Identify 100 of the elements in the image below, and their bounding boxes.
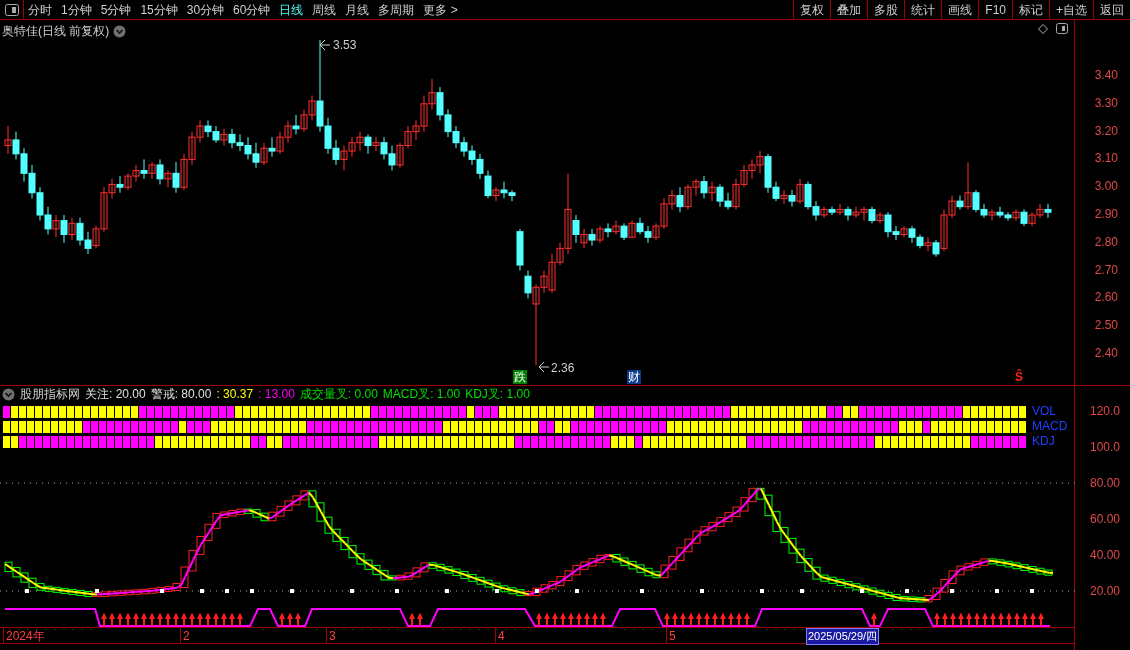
candlestick <box>780 189 788 205</box>
candlestick <box>588 228 596 247</box>
period-tab[interactable]: 30分钟 <box>186 0 225 19</box>
price-axis-label: 3.10 <box>1094 151 1118 166</box>
chevron-down-icon[interactable] <box>2 387 15 401</box>
candlestick <box>116 175 124 194</box>
candlestick <box>492 186 500 202</box>
toolbar-button[interactable]: 返回 <box>1093 0 1130 19</box>
candlestick <box>364 133 372 155</box>
date-label: 2024年 <box>3 628 45 644</box>
legend-value: KDJ叉: 1.00 <box>465 386 530 403</box>
toolbar-button[interactable]: 叠加 <box>830 0 868 19</box>
price-axis-label: 2.60 <box>1094 290 1118 305</box>
price-axis-label: 2.80 <box>1094 234 1118 249</box>
candlestick <box>612 220 620 235</box>
indicator-axis-label: 120.0 <box>1089 404 1120 418</box>
candlestick <box>524 270 532 299</box>
price-axis-label: 2.70 <box>1094 262 1118 277</box>
period-tab[interactable]: 更多 > <box>423 0 458 19</box>
candlestick <box>268 136 276 158</box>
candlestick <box>628 220 636 238</box>
indicator-axis-label: 20.00 <box>1089 584 1120 598</box>
period-tab[interactable]: 日线 <box>279 0 304 19</box>
event-marker[interactable]: 财 <box>627 370 641 384</box>
candlestick <box>604 222 612 238</box>
period-tab[interactable]: 月线 <box>345 0 370 19</box>
date-label: 2 <box>180 628 190 644</box>
indicator-name: 股朋指标网 <box>20 386 80 403</box>
chevron-down-icon[interactable] <box>113 24 127 38</box>
legend-value: 关注: 20.00 <box>85 386 146 403</box>
toolbar-button[interactable]: 统计 <box>904 0 942 19</box>
panel-toggle-icon[interactable] <box>1056 23 1068 34</box>
indicator-axis-label: 80.00 <box>1089 476 1120 490</box>
candlestick <box>708 181 716 202</box>
signal-row-label: VOL <box>1032 405 1056 418</box>
date-label: 3 <box>326 628 336 644</box>
candlestick <box>820 206 828 219</box>
signal-row-label: KDJ <box>1032 435 1055 448</box>
candlestick <box>1012 208 1020 222</box>
period-tab[interactable]: 分时 <box>28 0 52 19</box>
candlestick <box>900 225 908 238</box>
toolbar-button[interactable]: 多股 <box>867 0 905 19</box>
legend-value: : 13.00 <box>258 386 295 403</box>
candlestick <box>292 114 300 135</box>
candlestick <box>1044 203 1052 219</box>
legend-value: 警戒: 80.00 <box>150 386 212 403</box>
date-label: 5 <box>666 628 676 644</box>
legend-value: MACD叉: 1.00 <box>382 386 461 403</box>
candlestick <box>580 228 588 249</box>
candlestick <box>260 142 268 166</box>
candlestick <box>676 186 684 213</box>
candlestick <box>372 136 380 152</box>
price-axis-label: 3.40 <box>1094 68 1118 82</box>
period-tab[interactable]: 1分钟 <box>61 0 92 19</box>
indicator-axis-label: 40.00 <box>1089 548 1120 562</box>
toolbar-button[interactable]: +自选 <box>1049 0 1093 19</box>
price-axis-label: 2.50 <box>1094 318 1118 333</box>
period-tab[interactable]: 60分钟 <box>233 0 271 19</box>
candlestick <box>156 158 164 185</box>
candlestick <box>596 225 604 244</box>
candlestick <box>4 125 12 155</box>
price-axis-label: 2.90 <box>1094 207 1118 221</box>
candlestick <box>836 203 844 216</box>
period-tab[interactable]: 周线 <box>312 0 337 19</box>
candlestick <box>60 214 68 244</box>
price-axis-label: 3.00 <box>1094 179 1118 194</box>
toolbar-button[interactable]: 画线 <box>941 0 979 19</box>
legend-value: : 30.37 <box>216 386 254 403</box>
candlestick <box>140 158 148 180</box>
panel-toggle-icon[interactable] <box>4 3 19 16</box>
indicator-axis-label: 100.0 <box>1089 440 1120 454</box>
event-marker[interactable]: Ŝ <box>1014 370 1024 384</box>
candlestick <box>700 175 708 199</box>
period-tab[interactable]: 5分钟 <box>100 0 132 19</box>
candlestick <box>796 178 804 205</box>
candlestick <box>220 128 228 146</box>
event-marker[interactable]: 跌 <box>513 370 527 384</box>
diamond-icon[interactable] <box>1038 23 1048 34</box>
price-axis-label: 2.40 <box>1094 346 1118 360</box>
candlestick <box>988 208 996 222</box>
toolbar-button[interactable]: 复权 <box>793 0 831 19</box>
candlestick <box>164 170 172 188</box>
period-tab[interactable]: 多周期 <box>378 0 415 19</box>
signal-row-label: MACD <box>1032 420 1068 433</box>
low-price-label: 2.36 <box>538 361 575 375</box>
toolbar-button[interactable]: 标记 <box>1012 0 1049 19</box>
candlestick <box>52 214 60 238</box>
candlestick <box>148 161 156 180</box>
period-tab[interactable]: 15分钟 <box>140 0 178 19</box>
toolbar-button[interactable]: F10 <box>978 0 1012 19</box>
date-label: 4 <box>495 628 505 644</box>
price-axis-label: 3.30 <box>1094 95 1118 110</box>
chart-title: 奥特佳(日线 前复权) <box>2 23 110 40</box>
candlestick <box>964 161 972 210</box>
candlestick <box>484 170 492 199</box>
candlestick <box>572 214 580 244</box>
legend-value: 成交量叉: 0.00 <box>299 386 378 403</box>
candlestick <box>788 189 796 208</box>
indicator-axis-label: 60.00 <box>1089 512 1120 526</box>
candlestick <box>876 211 884 224</box>
